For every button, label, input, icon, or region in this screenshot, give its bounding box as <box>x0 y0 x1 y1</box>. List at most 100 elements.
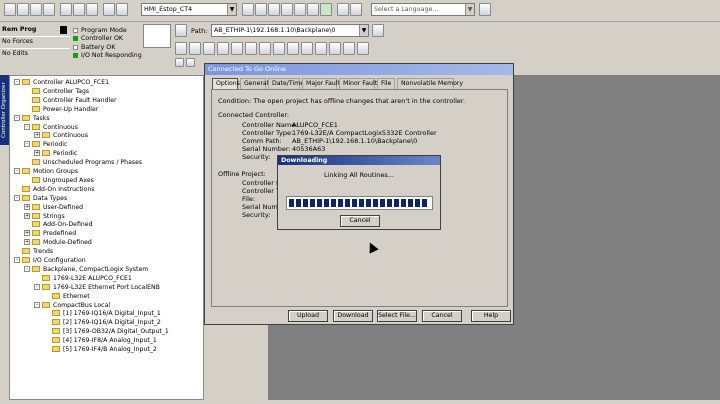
tree-item[interactable]: + Periodic <box>34 149 77 158</box>
tree-item[interactable]: - Backplane, CompactLogix System <box>24 265 148 274</box>
mode-dropdown-icon[interactable] <box>60 26 67 34</box>
tab-minor-faults[interactable]: Minor Faults <box>339 78 380 89</box>
controller-organizer-tab[interactable]: Controller Organizer <box>0 75 9 145</box>
expand-icon[interactable]: + <box>34 150 40 157</box>
tree-item[interactable]: - Controller ALUPCO_FCE1 <box>14 78 109 87</box>
check-icon[interactable] <box>320 3 332 16</box>
network-icon[interactable] <box>175 24 187 37</box>
tree-item[interactable]: [1] 1769-IQ16/A Digital_Input_1 <box>44 309 161 318</box>
open-icon[interactable] <box>17 3 29 16</box>
tree-item[interactable]: - CompactBus Local <box>34 301 110 310</box>
xic-icon[interactable] <box>203 42 215 55</box>
tree-item[interactable]: [2] 1769-IQ16/A Digital_Input_2 <box>44 318 161 327</box>
otu-icon[interactable] <box>259 42 271 55</box>
tree-item[interactable]: - Periodic <box>24 140 67 149</box>
find-icon[interactable] <box>242 3 254 16</box>
ton-icon[interactable] <box>287 42 299 55</box>
copy-icon[interactable] <box>73 3 85 16</box>
expand-icon[interactable]: + <box>24 203 30 210</box>
tree-item[interactable]: + Continuous <box>34 131 88 140</box>
chevron-down-icon[interactable]: ▼ <box>359 25 368 36</box>
ctu-icon[interactable] <box>315 42 327 55</box>
scroll-right-icon[interactable] <box>186 58 195 67</box>
tof-icon[interactable] <box>301 42 313 55</box>
tree-item[interactable]: + Module-Defined <box>24 238 92 247</box>
paste-icon[interactable] <box>86 3 98 16</box>
save-icon[interactable] <box>30 3 42 16</box>
properties-icon[interactable] <box>294 3 306 16</box>
undo-icon[interactable] <box>103 3 115 16</box>
tree-item[interactable]: Unscheduled Programs / Phases <box>24 158 142 167</box>
tree-item[interactable]: [4] 1769-IF8/A Analog_Input_1 <box>44 336 157 345</box>
select-file-button[interactable]: Select File... <box>377 310 417 322</box>
collapse-icon[interactable]: - <box>14 257 20 263</box>
ote-icon[interactable] <box>231 42 243 55</box>
collapse-icon[interactable]: - <box>34 301 40 308</box>
tab-major-faults[interactable]: Major Faults <box>302 78 343 89</box>
ctd-icon[interactable] <box>329 42 341 55</box>
tree-item[interactable]: + User-Defined <box>24 203 83 212</box>
tab-date-time[interactable]: Date/Time <box>268 78 304 89</box>
tab-general[interactable]: General <box>240 78 268 89</box>
tree-item[interactable]: - 1769-L32E Ethernet Port LocalENB <box>34 283 160 292</box>
tree-item[interactable]: - I/O Configuration <box>14 256 86 265</box>
tree-item[interactable]: Ethernet <box>44 292 90 301</box>
tree-item[interactable]: Power-Up Handler <box>24 105 98 114</box>
rung-icon[interactable] <box>175 42 187 55</box>
find-next-icon[interactable] <box>255 3 267 16</box>
tree-item[interactable]: - Data Types <box>14 194 67 203</box>
expand-icon[interactable]: + <box>24 239 30 246</box>
cancel-button[interactable]: Cancel <box>422 310 462 322</box>
xio-icon[interactable] <box>217 42 229 55</box>
tree-item[interactable]: Trends <box>14 247 53 256</box>
ons-icon[interactable] <box>273 42 285 55</box>
help-icon[interactable] <box>479 3 491 16</box>
scroll-left-icon[interactable] <box>175 58 184 67</box>
expand-icon[interactable]: + <box>34 132 40 139</box>
help-button[interactable]: Help <box>471 310 511 322</box>
collapse-icon[interactable]: - <box>24 141 30 148</box>
tab-file[interactable]: File <box>377 78 395 89</box>
tree-item[interactable]: - Continuous <box>24 123 78 132</box>
path-browse-icon[interactable] <box>372 24 384 37</box>
tab-nonvolatile-memory[interactable]: Nonvolatile Memory <box>397 78 463 89</box>
downloading-cancel-button[interactable]: Cancel <box>340 215 380 227</box>
language-combo[interactable]: Select a Language... ▼ <box>371 3 475 16</box>
project-combo[interactable]: HMI_Estop_CT4 ▼ <box>141 3 237 16</box>
tree-item[interactable]: [5] 1769-IF4/B Analog_Input_2 <box>44 345 157 354</box>
tree-item[interactable]: Add-On-Defined <box>24 220 93 229</box>
jsr-icon[interactable] <box>357 42 369 55</box>
print-icon[interactable] <box>43 3 55 16</box>
collapse-icon[interactable]: - <box>14 114 20 121</box>
tree-item[interactable]: 1769-L32E ALUPCO_FCE1 <box>34 274 132 283</box>
tree-item[interactable]: [3] 1769-OB32/A Digital_Output_1 <box>44 327 169 336</box>
tree-item[interactable]: + Strings <box>24 212 65 221</box>
tree-item[interactable]: Add-On Instructions <box>14 185 94 194</box>
collapse-icon[interactable]: - <box>14 194 20 201</box>
tree-item[interactable]: Controller Tags <box>24 87 89 96</box>
cut-icon[interactable] <box>60 3 72 16</box>
expand-icon[interactable]: + <box>24 230 30 237</box>
redo-icon[interactable] <box>116 3 128 16</box>
path-combo[interactable]: AB_ETHIP-1\192.168.1.10\Backplane\0 ▼ <box>211 24 369 37</box>
tree-item[interactable]: Controller Fault Handler <box>24 96 117 105</box>
chevron-down-icon[interactable]: ▼ <box>227 4 236 15</box>
tree-item[interactable]: - Motion Groups <box>14 167 78 176</box>
collapse-icon[interactable]: - <box>14 79 20 85</box>
upload-button[interactable]: Upload <box>288 310 328 322</box>
tree-item[interactable]: - Tasks <box>14 114 50 123</box>
expand-icon[interactable]: + <box>24 212 30 219</box>
chevron-down-icon[interactable]: ▼ <box>465 4 474 15</box>
zoom-out-icon[interactable] <box>350 3 362 16</box>
collapse-icon[interactable]: - <box>24 123 30 130</box>
tree-item[interactable]: + Predefined <box>24 229 76 238</box>
zoom-in-icon[interactable] <box>337 3 349 16</box>
download-button[interactable]: Download <box>333 310 373 322</box>
tab-options[interactable]: Options <box>212 78 240 89</box>
comms-icon[interactable] <box>307 3 319 16</box>
browse-icon[interactable] <box>281 3 293 16</box>
collapse-icon[interactable]: - <box>14 168 20 174</box>
collapse-icon[interactable]: - <box>34 283 40 290</box>
branch-icon[interactable] <box>189 42 201 55</box>
collapse-icon[interactable]: - <box>24 265 30 272</box>
